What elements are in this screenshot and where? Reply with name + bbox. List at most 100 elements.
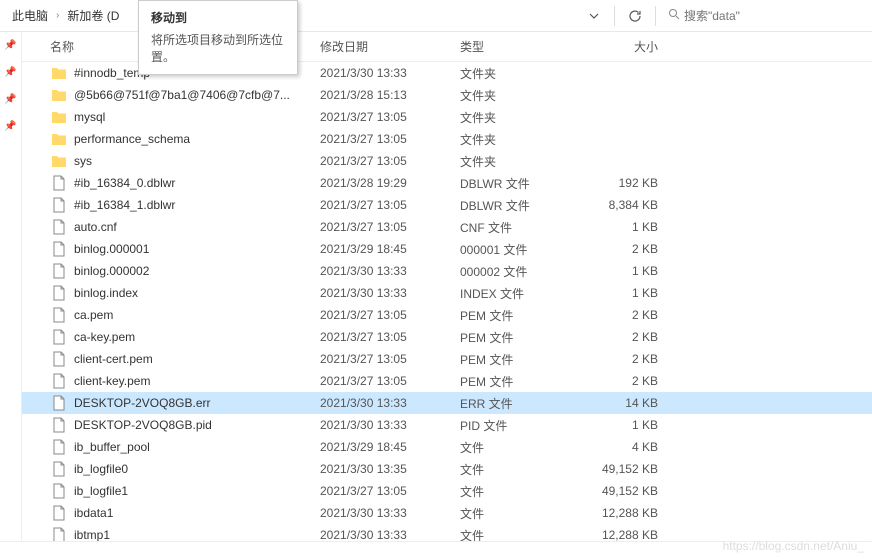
- file-type: 文件: [460, 439, 578, 456]
- file-type: PEM 文件: [460, 329, 578, 346]
- file-date: 2021/3/28 15:13: [320, 88, 460, 102]
- file-row[interactable]: ibtmp12021/3/30 13:33文件12,288 KB: [22, 524, 872, 541]
- pin-icon[interactable]: 📌: [4, 40, 16, 51]
- pin-icon[interactable]: 📌: [4, 121, 16, 132]
- file-icon: [50, 218, 68, 236]
- file-row[interactable]: client-key.pem2021/3/27 13:05PEM 文件2 KB: [22, 370, 872, 392]
- file-size: 2 KB: [578, 330, 668, 344]
- refresh-button[interactable]: [623, 4, 647, 28]
- file-name: auto.cnf: [74, 220, 320, 234]
- file-size: 2 KB: [578, 308, 668, 322]
- file-date: 2021/3/30 13:33: [320, 418, 460, 432]
- file-row[interactable]: #ib_16384_0.dblwr2021/3/28 19:29DBLWR 文件…: [22, 172, 872, 194]
- header-bar: 此电脑 › 新加卷 (D 移动到 将所选项目移动到所选位置。: [0, 0, 872, 32]
- file-size: 2 KB: [578, 374, 668, 388]
- file-icon: [50, 196, 68, 214]
- file-size: 12,288 KB: [578, 528, 668, 541]
- file-name: ib_logfile0: [74, 462, 320, 476]
- file-row[interactable]: #ib_16384_1.dblwr2021/3/27 13:05DBLWR 文件…: [22, 194, 872, 216]
- file-type: 文件: [460, 483, 578, 500]
- pin-icon[interactable]: 📌: [4, 94, 16, 105]
- file-name: binlog.index: [74, 286, 320, 300]
- file-type: ERR 文件: [460, 395, 578, 412]
- file-name: ca.pem: [74, 308, 320, 322]
- column-size[interactable]: 大小: [578, 38, 668, 55]
- file-row[interactable]: @5b66@751f@7ba1@7406@7cfb@7...2021/3/28 …: [22, 84, 872, 106]
- chevron-down-icon: [589, 11, 599, 21]
- file-date: 2021/3/29 18:45: [320, 242, 460, 256]
- file-row[interactable]: DESKTOP-2VOQ8GB.err2021/3/30 13:33ERR 文件…: [22, 392, 872, 414]
- file-row[interactable]: ib_buffer_pool2021/3/29 18:45文件4 KB: [22, 436, 872, 458]
- breadcrumb-drive[interactable]: 新加卷 (D: [63, 5, 123, 26]
- file-name: ib_buffer_pool: [74, 440, 320, 454]
- search-box[interactable]: [664, 6, 864, 25]
- file-row[interactable]: ca-key.pem2021/3/27 13:05PEM 文件2 KB: [22, 326, 872, 348]
- column-date[interactable]: 修改日期: [320, 38, 460, 55]
- file-list: #innodb_temp2021/3/30 13:33文件夹@5b66@751f…: [22, 62, 872, 541]
- file-icon: [50, 504, 68, 522]
- folder-icon: [50, 64, 68, 82]
- file-row[interactable]: auto.cnf2021/3/27 13:05CNF 文件1 KB: [22, 216, 872, 238]
- file-name: sys: [74, 154, 320, 168]
- file-icon: [50, 306, 68, 324]
- file-date: 2021/3/30 13:33: [320, 506, 460, 520]
- file-type: 文件夹: [460, 109, 578, 126]
- file-date: 2021/3/27 13:05: [320, 352, 460, 366]
- file-row[interactable]: binlog.index2021/3/30 13:33INDEX 文件1 KB: [22, 282, 872, 304]
- tooltip-desc: 将所选项目移动到所选位置。: [151, 32, 285, 66]
- separator: [655, 6, 656, 26]
- file-name: #ib_16384_0.dblwr: [74, 176, 320, 190]
- file-size: 2 KB: [578, 242, 668, 256]
- file-name: mysql: [74, 110, 320, 124]
- file-row[interactable]: ib_logfile12021/3/27 13:05文件49,152 KB: [22, 480, 872, 502]
- file-date: 2021/3/28 19:29: [320, 176, 460, 190]
- file-icon: [50, 460, 68, 478]
- pin-icon[interactable]: 📌: [4, 67, 16, 78]
- file-type: 文件夹: [460, 65, 578, 82]
- file-date: 2021/3/29 18:45: [320, 440, 460, 454]
- file-row[interactable]: client-cert.pem2021/3/27 13:05PEM 文件2 KB: [22, 348, 872, 370]
- file-size: 2 KB: [578, 352, 668, 366]
- file-type: PEM 文件: [460, 373, 578, 390]
- separator: [614, 6, 615, 26]
- file-row[interactable]: binlog.0000012021/3/29 18:45000001 文件2 K…: [22, 238, 872, 260]
- file-size: 49,152 KB: [578, 462, 668, 476]
- file-type: 文件夹: [460, 153, 578, 170]
- file-type: INDEX 文件: [460, 285, 578, 302]
- column-type[interactable]: 类型: [460, 38, 578, 55]
- file-row[interactable]: ca.pem2021/3/27 13:05PEM 文件2 KB: [22, 304, 872, 326]
- file-row[interactable]: binlog.0000022021/3/30 13:33000002 文件1 K…: [22, 260, 872, 282]
- file-name: DESKTOP-2VOQ8GB.err: [74, 396, 320, 410]
- file-name: #ib_16384_1.dblwr: [74, 198, 320, 212]
- file-icon: [50, 438, 68, 456]
- file-date: 2021/3/30 13:33: [320, 528, 460, 541]
- file-name: performance_schema: [74, 132, 320, 146]
- dropdown-button[interactable]: [582, 4, 606, 28]
- file-icon: [50, 482, 68, 500]
- file-type: 文件夹: [460, 131, 578, 148]
- file-date: 2021/3/27 13:05: [320, 132, 460, 146]
- folder-icon: [50, 152, 68, 170]
- file-type: 000001 文件: [460, 241, 578, 258]
- file-row[interactable]: performance_schema2021/3/27 13:05文件夹: [22, 128, 872, 150]
- file-row[interactable]: ib_logfile02021/3/30 13:35文件49,152 KB: [22, 458, 872, 480]
- file-row[interactable]: DESKTOP-2VOQ8GB.pid2021/3/30 13:33PID 文件…: [22, 414, 872, 436]
- file-icon: [50, 350, 68, 368]
- move-to-tooltip: 移动到 将所选项目移动到所选位置。: [138, 0, 298, 75]
- file-date: 2021/3/30 13:35: [320, 462, 460, 476]
- search-input[interactable]: [684, 9, 844, 23]
- file-row[interactable]: mysql2021/3/27 13:05文件夹: [22, 106, 872, 128]
- file-type: DBLWR 文件: [460, 197, 578, 214]
- file-row[interactable]: sys2021/3/27 13:05文件夹: [22, 150, 872, 172]
- file-date: 2021/3/30 13:33: [320, 396, 460, 410]
- file-name: DESKTOP-2VOQ8GB.pid: [74, 418, 320, 432]
- file-type: 文件: [460, 505, 578, 522]
- file-row[interactable]: ibdata12021/3/30 13:33文件12,288 KB: [22, 502, 872, 524]
- file-name: client-key.pem: [74, 374, 320, 388]
- file-size: 1 KB: [578, 286, 668, 300]
- file-size: 8,384 KB: [578, 198, 668, 212]
- breadcrumb-this-pc[interactable]: 此电脑: [8, 5, 52, 26]
- file-name: ib_logfile1: [74, 484, 320, 498]
- file-type: 文件: [460, 461, 578, 478]
- file-date: 2021/3/30 13:33: [320, 66, 460, 80]
